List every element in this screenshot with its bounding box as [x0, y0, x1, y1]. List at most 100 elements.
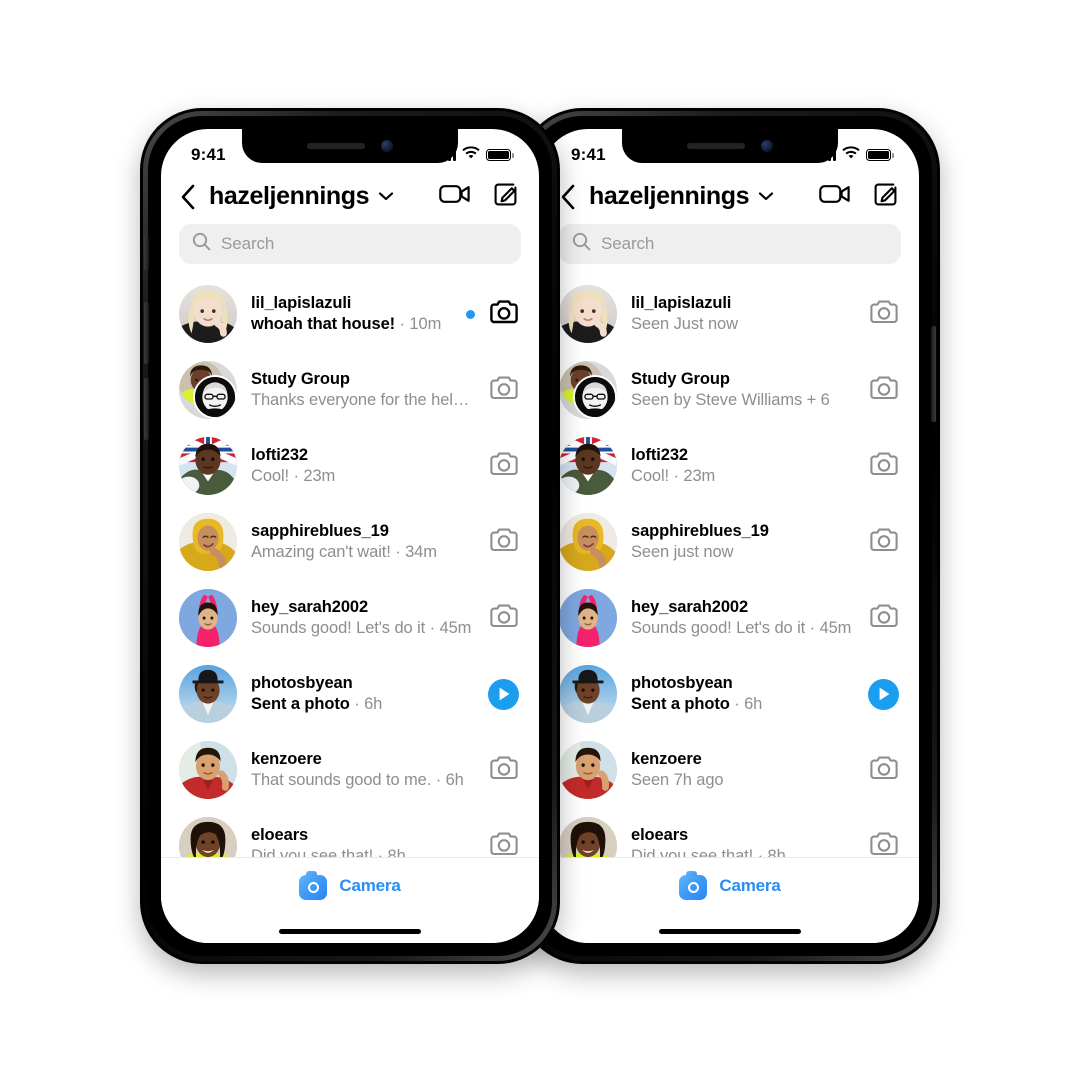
conversation-username: hey_sarah2002 — [251, 598, 369, 616]
preview-text: Sent a photo — [251, 695, 350, 713]
avatar — [559, 741, 617, 799]
avatar-slot[interactable] — [179, 437, 237, 495]
camera-outline-icon[interactable] — [869, 755, 899, 786]
preview-timestamp: · 45m — [425, 619, 472, 637]
camera-outline-icon[interactable] — [869, 603, 899, 634]
status-indicators — [818, 146, 894, 164]
cellular-bars-icon — [818, 149, 836, 161]
conversation-row[interactable]: hey_sarah2002 Sounds good! Let's do it · … — [161, 580, 539, 656]
back-chevron-icon[interactable] — [177, 182, 199, 212]
camera-outline-icon[interactable] — [869, 299, 899, 330]
conversation-preview: whoah that house! · 10m — [251, 315, 452, 334]
camera-outline-icon[interactable] — [869, 527, 899, 558]
conversation-username: lil_lapislazuli — [631, 294, 732, 312]
camera-outline-icon[interactable] — [869, 451, 899, 482]
avatar-slot[interactable] — [559, 513, 617, 571]
preview-text: Seen just now — [631, 543, 734, 561]
conversation-row[interactable]: sapphireblues_19 Seen just now — [541, 504, 919, 580]
home-indicator[interactable] — [659, 929, 801, 934]
chevron-down-icon[interactable] — [378, 188, 394, 206]
conversation-row[interactable]: Study Group Thanks everyone for the help … — [161, 352, 539, 428]
avatar-slot[interactable] — [559, 437, 617, 495]
preview-timestamp: · 23m — [289, 467, 336, 485]
camera-outline-icon[interactable] — [489, 451, 519, 482]
preview-text: Seen 7h ago — [631, 771, 724, 789]
conversation-username: hey_sarah2002 — [631, 598, 749, 616]
conversation-row[interactable]: lil_lapislazuli Seen Just now — [541, 276, 919, 352]
volume-down-button[interactable] — [144, 378, 149, 440]
avatar-slot[interactable] — [559, 665, 617, 723]
avatar-slot[interactable] — [559, 361, 617, 419]
row-actions — [869, 603, 899, 634]
silent-switch[interactable] — [144, 236, 149, 270]
camera-outline-icon[interactable] — [489, 527, 519, 558]
conversation-row[interactable]: hey_sarah2002 Sounds good! Let's do it · … — [541, 580, 919, 656]
camera-outline-icon[interactable] — [489, 603, 519, 634]
avatar-slot[interactable] — [179, 589, 237, 647]
compose-pencil-icon[interactable] — [873, 181, 899, 212]
conversation-row[interactable]: lofti232 Cool! · 23m — [161, 428, 539, 504]
right-phone: 9:41 hazeljennings Search lil_lapislazuli Se… — [520, 108, 940, 964]
screenshot-canvas: 9:41 hazeljennings Search lil_lapislazuli Se… — [0, 0, 1080, 1080]
preview-text: whoah that house! — [251, 315, 396, 333]
power-button[interactable] — [931, 326, 936, 422]
conversation-username: Study Group — [631, 370, 730, 388]
avatar-group — [179, 361, 237, 419]
conversation-row[interactable]: kenzoere That sounds good to me. · 6h — [161, 732, 539, 808]
avatar-group — [559, 361, 617, 419]
camera-outline-icon[interactable] — [869, 375, 899, 406]
left-phone: 9:41 hazeljennings Search lil_lapislazuliwh… — [140, 108, 560, 964]
avatar-slot[interactable] — [179, 741, 237, 799]
preview-timestamp: · 34m — [390, 543, 437, 561]
conversation-text: lil_lapislazuliwhoah that house! · 10m — [251, 294, 452, 334]
conversation-row[interactable]: sapphireblues_19 Amazing can't wait! · 34… — [161, 504, 539, 580]
video-camera-icon[interactable] — [819, 183, 851, 210]
conversation-row[interactable]: lofti232 Cool! · 23m — [541, 428, 919, 504]
play-icon[interactable] — [488, 678, 519, 710]
play-icon[interactable] — [868, 678, 899, 710]
camera-outline-icon[interactable] — [489, 755, 519, 786]
volume-up-button[interactable] — [144, 302, 149, 364]
conversation-row[interactable]: photosbyean Sent a photo · 6h — [541, 656, 919, 732]
avatar-slot[interactable] — [559, 285, 617, 343]
row-actions — [869, 375, 899, 406]
camera-filled-icon[interactable] — [679, 871, 708, 900]
conversation-row[interactable]: Study Group Seen by Steve Williams + 6 — [541, 352, 919, 428]
avatar-slot[interactable] — [559, 589, 617, 647]
avatar — [179, 437, 237, 495]
video-camera-icon[interactable] — [439, 183, 471, 210]
account-switcher[interactable]: hazeljennings — [209, 182, 429, 211]
account-switcher[interactable]: hazeljennings — [589, 182, 809, 211]
avatar-slot[interactable] — [179, 665, 237, 723]
conversation-username: lil_lapislazuli — [251, 294, 352, 312]
row-actions — [869, 527, 899, 558]
conversation-list[interactable]: lil_lapislazuli Seen Just now Study Group S… — [541, 272, 919, 884]
home-indicator[interactable] — [279, 929, 421, 934]
search-input[interactable]: Search — [559, 224, 901, 264]
status-time: 9:41 — [191, 145, 226, 164]
avatar-front — [193, 375, 237, 419]
avatar — [179, 589, 237, 647]
conversation-row[interactable]: kenzoere Seen 7h ago — [541, 732, 919, 808]
battery-full-icon — [866, 149, 894, 161]
camera-filled-icon[interactable] — [299, 871, 328, 900]
preview-text: Sent a photo — [631, 695, 730, 713]
search-input[interactable]: Search — [179, 224, 521, 264]
conversation-preview: That sounds good to me. · 6h — [251, 771, 475, 790]
camera-outline-icon[interactable] — [489, 299, 519, 330]
conversation-text: Study Group Seen by Steve Williams + 6 — [631, 370, 855, 410]
camera-outline-icon[interactable] — [489, 375, 519, 406]
conversation-list[interactable]: lil_lapislazuliwhoah that house! · 10m St… — [161, 272, 539, 884]
preview-timestamp: · 10m — [395, 315, 442, 333]
avatar-slot[interactable] — [179, 361, 237, 419]
chevron-down-icon[interactable] — [758, 188, 774, 206]
conversation-username: Study Group — [251, 370, 350, 388]
avatar-slot[interactable] — [179, 285, 237, 343]
conversation-row[interactable]: lil_lapislazuliwhoah that house! · 10m — [161, 276, 539, 352]
avatar-slot[interactable] — [179, 513, 237, 571]
back-chevron-icon[interactable] — [557, 182, 579, 212]
preview-text: Cool! — [251, 467, 290, 485]
compose-pencil-icon[interactable] — [493, 181, 519, 212]
avatar-slot[interactable] — [559, 741, 617, 799]
conversation-row[interactable]: photosbyean Sent a photo · 6h — [161, 656, 539, 732]
